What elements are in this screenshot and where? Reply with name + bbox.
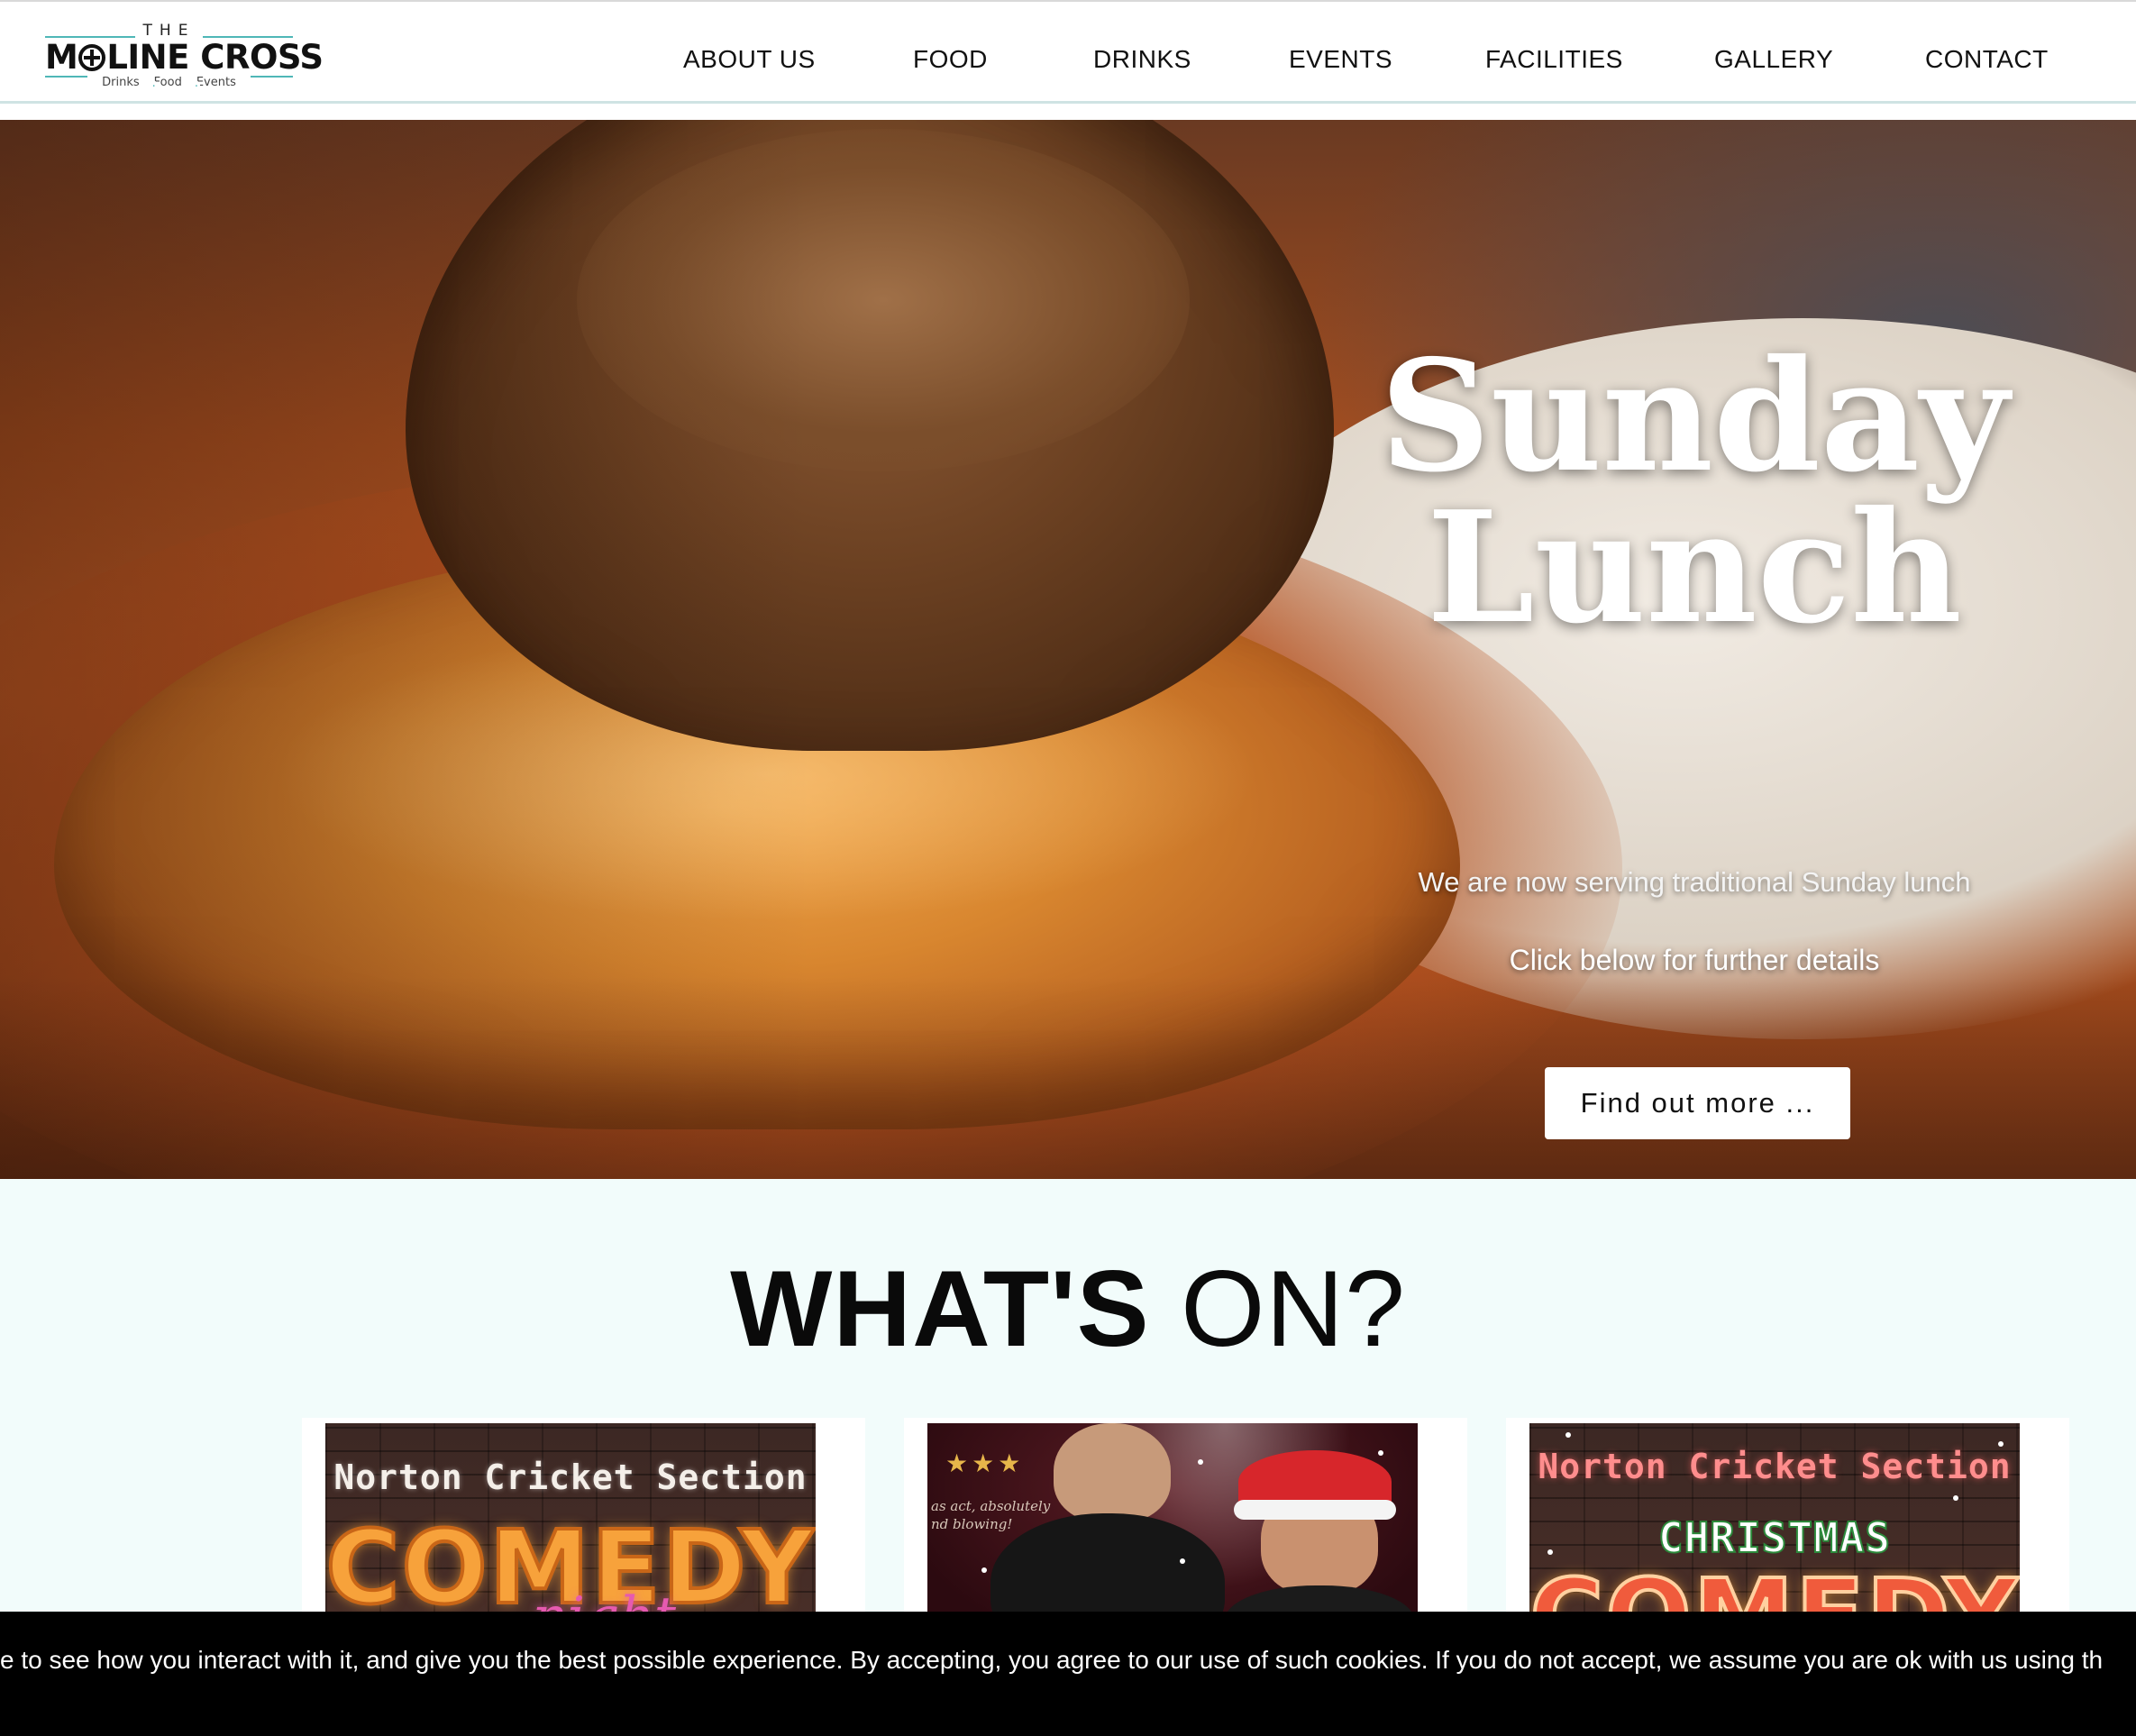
- quote-line: as act, absolutely: [931, 1498, 1051, 1514]
- snowflake-icon: [981, 1567, 987, 1573]
- snowflake-icon: [1565, 1432, 1571, 1438]
- logo-the: THE: [142, 22, 196, 40]
- nav-drinks[interactable]: DRINKS: [1093, 45, 1191, 74]
- dot-icon: ·: [146, 80, 158, 94]
- hero-subtitle: We are now serving traditional Sunday lu…: [1418, 866, 1971, 898]
- event-card[interactable]: ★★★ as act, absolutely nd blowing!: [904, 1418, 1467, 1640]
- snowflake-icon: [1198, 1459, 1203, 1465]
- quote-line: nd blowing!: [931, 1516, 1013, 1532]
- logo-tagline: Drinks · Food · Events: [45, 76, 293, 94]
- whats-on-title-bold: WHAT'S: [730, 1248, 1150, 1369]
- snowflake-icon: [1998, 1441, 2004, 1447]
- site-logo[interactable]: THE M LINE CROSS Drinks · Food · Events: [45, 18, 324, 95]
- find-out-more-button[interactable]: Find out more ...: [1545, 1067, 1850, 1139]
- event-poster-comedy-night[interactable]: Norton Cricket Section COMEDY night: [325, 1423, 816, 1640]
- event-poster-comedians[interactable]: ★★★ as act, absolutely nd blowing!: [927, 1423, 1418, 1640]
- hero-slideshow[interactable]: Sunday Lunch We are now serving traditio…: [0, 120, 2136, 1179]
- dot-icon: ·: [188, 80, 200, 94]
- logo-wordmark-part: M: [45, 38, 78, 77]
- nav-events[interactable]: EVENTS: [1289, 45, 1392, 74]
- logo-wordmark: M LINE CROSS: [45, 38, 324, 77]
- hero-subtitle-details: Click below for further details: [1509, 944, 1880, 976]
- poster-subhead: CHRISTMAS: [1657, 1512, 1892, 1563]
- poster-header: Norton Cricket Section: [333, 1457, 808, 1497]
- hero-title-line: Lunch: [1427, 478, 1962, 658]
- snowflake-icon: [1547, 1549, 1553, 1555]
- logo-wordmark-part: LINE CROSS: [106, 38, 324, 77]
- main-nav: ABOUT US FOOD DRINKS EVENTS FACILITIES G…: [631, 45, 2091, 81]
- nav-contact[interactable]: CONTACT: [1925, 45, 2049, 74]
- snowflake-icon: [1378, 1450, 1383, 1456]
- event-poster-christmas-comedy[interactable]: Norton Cricket Section CHRISTMAS COMEDY: [1529, 1423, 2020, 1640]
- cross-icon: [78, 44, 106, 71]
- whats-on-title: WHAT'S ON?: [0, 1247, 2136, 1371]
- cookie-banner: ite to see how you interact with it, and…: [0, 1612, 2136, 1736]
- whats-on-title-light: ON?: [1149, 1248, 1406, 1369]
- hero-title: Sunday Lunch: [1334, 326, 2055, 658]
- rating-stars: ★★★: [945, 1449, 1025, 1477]
- site-header: THE M LINE CROSS Drinks · Food · Events ABOUT…: [0, 0, 2136, 104]
- event-card[interactable]: Norton Cricket Section CHRISTMAS COMEDY: [1506, 1418, 2069, 1640]
- nav-food[interactable]: FOOD: [913, 45, 988, 74]
- nav-facilities[interactable]: FACILITIES: [1485, 45, 1623, 74]
- nav-about-us[interactable]: ABOUT US: [683, 45, 816, 74]
- event-card[interactable]: Norton Cricket Section COMEDY night: [302, 1418, 865, 1640]
- santa-hat-trim: [1234, 1500, 1396, 1520]
- nav-gallery[interactable]: GALLERY: [1714, 45, 1833, 74]
- poster-header: Norton Cricket Section: [1538, 1447, 2012, 1486]
- comedian-face-left: [1054, 1423, 1171, 1522]
- tag-drinks: Drinks: [95, 76, 147, 89]
- snowflake-icon: [1953, 1495, 1958, 1501]
- cookie-banner-text: ite to see how you interact with it, and…: [0, 1646, 2104, 1674]
- hero-title-line: Sunday: [1380, 326, 2009, 507]
- snowflake-icon: [1180, 1558, 1185, 1564]
